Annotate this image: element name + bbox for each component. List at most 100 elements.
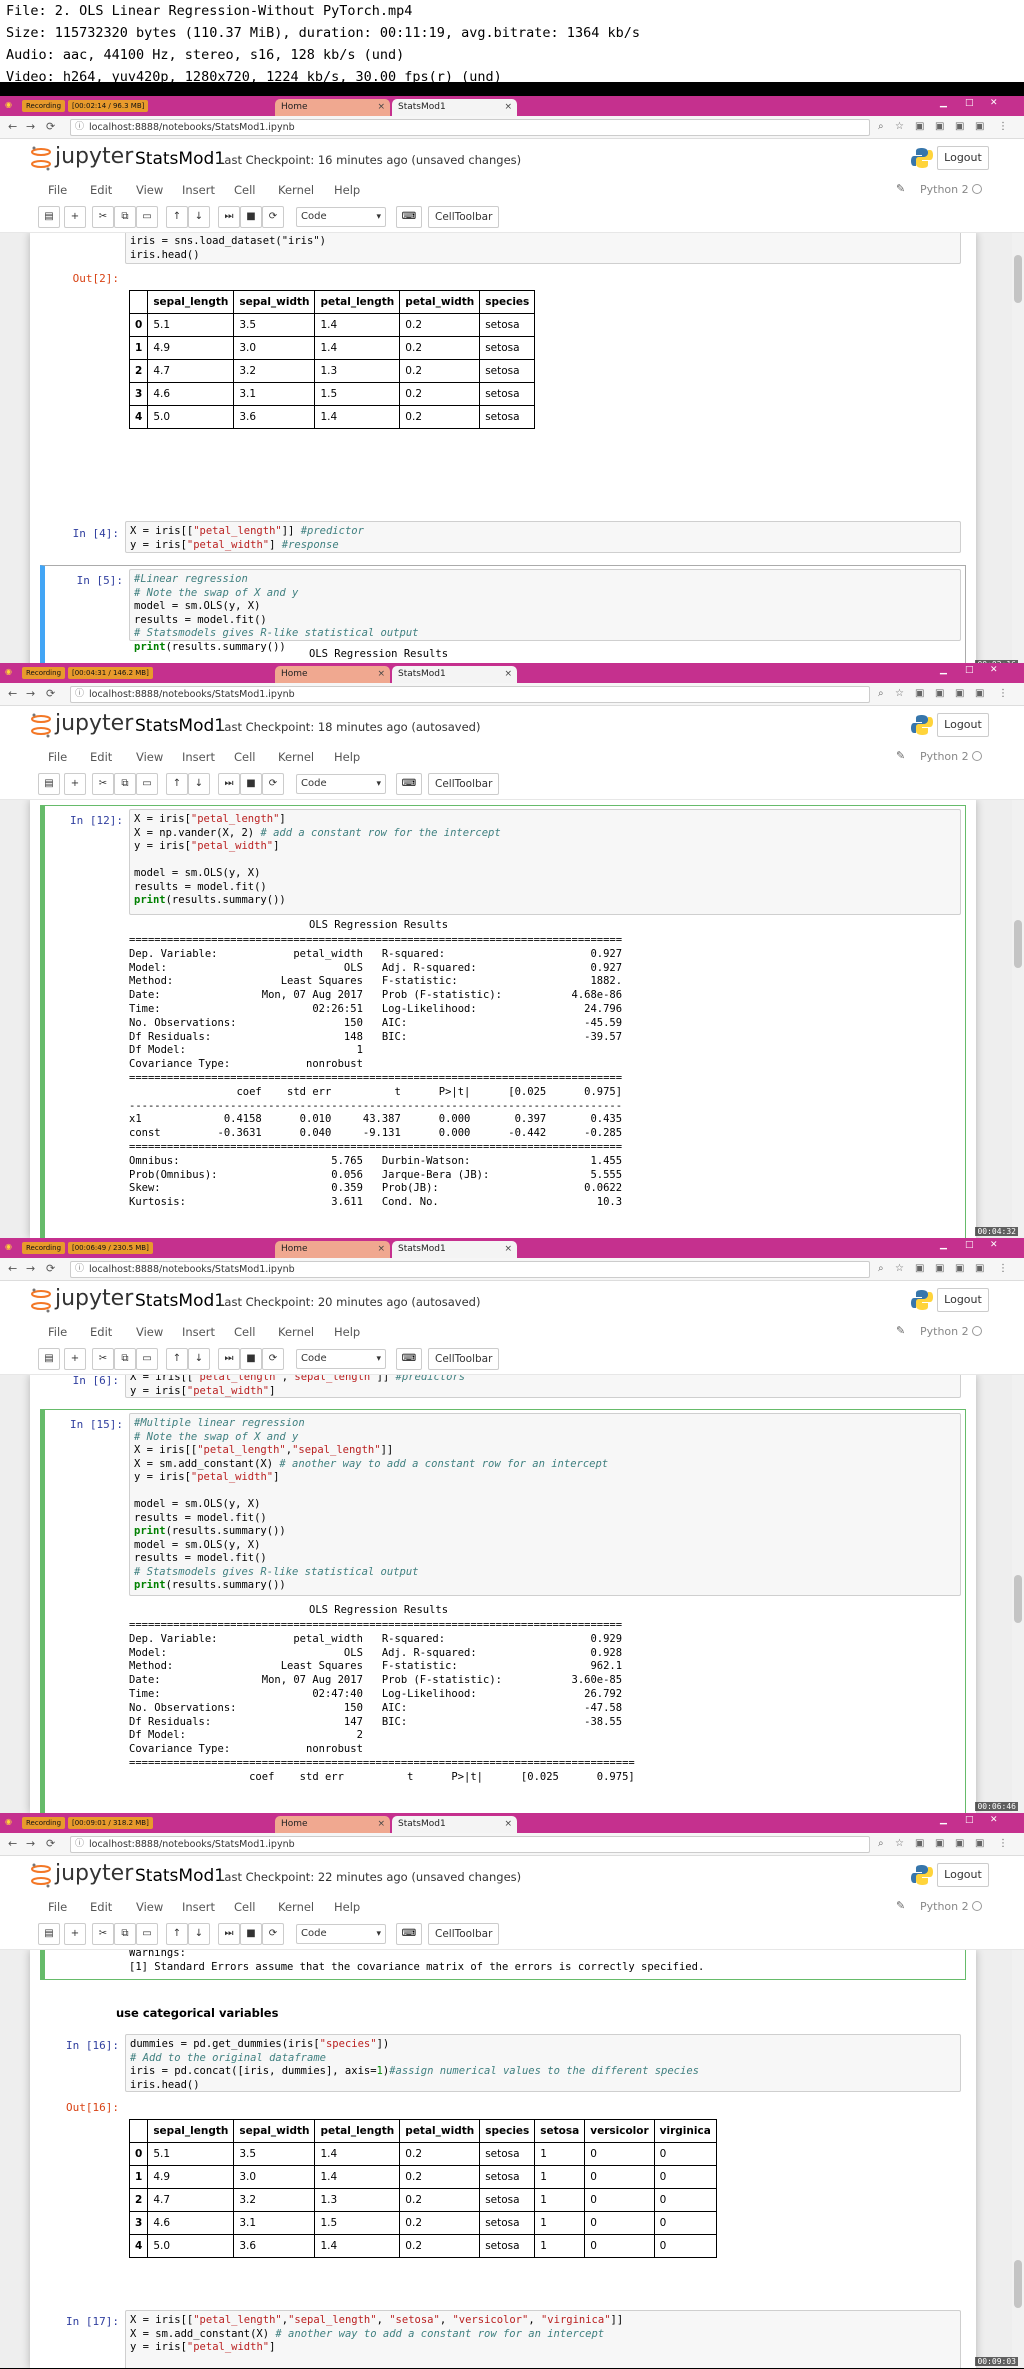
- bookmark-icon[interactable]: ☆: [895, 688, 904, 699]
- keyboard-icon[interactable]: ⌨: [396, 206, 422, 228]
- maximize-icon[interactable]: □: [965, 665, 974, 675]
- bookmark-icon[interactable]: ☆: [895, 121, 904, 132]
- tab-home[interactable]: Home ×: [275, 666, 390, 683]
- menu-cell[interactable]: Cell: [234, 183, 256, 197]
- maximize-icon[interactable]: □: [965, 1815, 974, 1825]
- code-cell[interactable]: In [16]: dummies = pd.get_dummies(iris["…: [40, 2030, 966, 2092]
- menu-file[interactable]: File: [48, 1325, 67, 1339]
- logout-button[interactable]: Logout: [937, 1863, 989, 1887]
- scrollbar-thumb[interactable]: [1014, 920, 1022, 968]
- cell-type-select[interactable]: Code ▾: [296, 1924, 386, 1944]
- menu-icon[interactable]: ⋮: [998, 121, 1008, 132]
- notebook-title[interactable]: StatsMod1: [135, 1291, 225, 1311]
- extension-icon[interactable]: ▣: [935, 1838, 944, 1849]
- menu-view[interactable]: View: [136, 1325, 163, 1339]
- move-up-icon[interactable]: ↑: [166, 773, 188, 795]
- paste-icon[interactable]: ▭: [136, 1923, 158, 1945]
- extension-icon[interactable]: ▣: [915, 1263, 924, 1274]
- menu-file[interactable]: File: [48, 1900, 67, 1914]
- move-down-icon[interactable]: ↓: [188, 1348, 210, 1370]
- save-icon[interactable]: ▤: [38, 1348, 60, 1370]
- menu-cell[interactable]: Cell: [234, 750, 256, 764]
- restart-icon[interactable]: ⟳: [262, 773, 284, 795]
- menu-kernel[interactable]: Kernel: [278, 183, 314, 197]
- cut-icon[interactable]: ✂: [92, 206, 114, 228]
- reload-icon[interactable]: ⟳: [46, 120, 55, 133]
- add-cell-icon[interactable]: +: [64, 1923, 86, 1945]
- menu-help[interactable]: Help: [334, 1325, 360, 1339]
- paste-icon[interactable]: ▭: [136, 206, 158, 228]
- code-cell[interactable]: In [6]: X = iris[["petal_length","sepal_…: [40, 1375, 966, 1401]
- extension-icon[interactable]: ▣: [975, 121, 984, 132]
- logout-button[interactable]: Logout: [937, 713, 989, 737]
- save-icon[interactable]: ▤: [38, 1923, 60, 1945]
- menu-view[interactable]: View: [136, 183, 163, 197]
- keyboard-icon[interactable]: ⌨: [396, 773, 422, 795]
- scrollbar[interactable]: [1012, 1375, 1024, 1813]
- code-input[interactable]: dummies = pd.get_dummies(iris["species"]…: [125, 2034, 961, 2092]
- minimize-icon[interactable]: ▁: [940, 1815, 947, 1825]
- run-icon[interactable]: ⏭: [218, 1348, 240, 1370]
- window-close-icon[interactable]: ✕: [990, 665, 998, 675]
- cell-type-select[interactable]: Code ▾: [296, 207, 386, 227]
- cut-icon[interactable]: ✂: [92, 1923, 114, 1945]
- add-cell-icon[interactable]: +: [64, 1348, 86, 1370]
- zoom-icon[interactable]: ⌕: [878, 688, 884, 699]
- run-icon[interactable]: ⏭: [218, 773, 240, 795]
- move-up-icon[interactable]: ↑: [166, 206, 188, 228]
- code-input[interactable]: X = iris[["petal_length","sepal_length"]…: [125, 1375, 961, 1398]
- logout-button[interactable]: Logout: [937, 1288, 989, 1312]
- forward-icon[interactable]: →: [26, 1837, 35, 1850]
- url-field[interactable]: ⓘ localhost:8888/notebooks/StatsMod1.ipyn…: [70, 1836, 870, 1853]
- extension-icon[interactable]: ▣: [955, 121, 964, 132]
- celltoolbar-button[interactable]: CellToolbar: [428, 1348, 500, 1370]
- copy-icon[interactable]: ⧉: [114, 773, 136, 795]
- menu-edit[interactable]: Edit: [90, 1325, 112, 1339]
- cell-type-select[interactable]: Code ▾: [296, 1349, 386, 1369]
- jupyter-logo-text[interactable]: jupyter: [55, 1861, 133, 1886]
- menu-icon[interactable]: ⋮: [998, 1263, 1008, 1274]
- close-icon[interactable]: ×: [377, 1241, 385, 1258]
- stop-icon[interactable]: ■: [240, 1923, 262, 1945]
- reload-icon[interactable]: ⟳: [46, 1262, 55, 1275]
- copy-icon[interactable]: ⧉: [114, 206, 136, 228]
- run-icon[interactable]: ⏭: [218, 206, 240, 228]
- extension-icon[interactable]: ▣: [915, 121, 924, 132]
- notebook-title[interactable]: StatsMod1: [135, 149, 225, 169]
- forward-icon[interactable]: →: [26, 120, 35, 133]
- window-close-icon[interactable]: ✕: [990, 1815, 998, 1825]
- add-cell-icon[interactable]: +: [64, 773, 86, 795]
- close-icon[interactable]: ×: [377, 1816, 385, 1833]
- back-icon[interactable]: ←: [8, 1837, 17, 1850]
- bookmark-icon[interactable]: ☆: [895, 1838, 904, 1849]
- maximize-icon[interactable]: □: [965, 1240, 974, 1250]
- paste-icon[interactable]: ▭: [136, 773, 158, 795]
- jupyter-logo-text[interactable]: jupyter: [55, 711, 133, 736]
- menu-kernel[interactable]: Kernel: [278, 1325, 314, 1339]
- scrollbar[interactable]: [1012, 233, 1024, 671]
- menu-insert[interactable]: Insert: [182, 1900, 215, 1914]
- menu-edit[interactable]: Edit: [90, 183, 112, 197]
- stop-icon[interactable]: ■: [240, 1348, 262, 1370]
- add-cell-icon[interactable]: +: [64, 206, 86, 228]
- url-field[interactable]: ⓘ localhost:8888/notebooks/StatsMod1.ipyn…: [70, 1261, 870, 1278]
- tab-notebook[interactable]: StatsMod1 ×: [392, 1816, 517, 1833]
- extension-icon[interactable]: ▣: [915, 688, 924, 699]
- forward-icon[interactable]: →: [26, 1262, 35, 1275]
- save-icon[interactable]: ▤: [38, 206, 60, 228]
- extension-icon[interactable]: ▣: [975, 1263, 984, 1274]
- cut-icon[interactable]: ✂: [92, 773, 114, 795]
- code-cell-editing[interactable]: Warnings: [1] Standard Errors assume that…: [40, 1950, 966, 1980]
- jupyter-logo-text[interactable]: jupyter: [55, 1286, 133, 1311]
- menu-edit[interactable]: Edit: [90, 1900, 112, 1914]
- menu-icon[interactable]: ⋮: [998, 688, 1008, 699]
- extension-icon[interactable]: ▣: [975, 688, 984, 699]
- menu-kernel[interactable]: Kernel: [278, 750, 314, 764]
- tab-home[interactable]: Home ×: [275, 1816, 390, 1833]
- reload-icon[interactable]: ⟳: [46, 687, 55, 700]
- cell-type-select[interactable]: Code ▾: [296, 774, 386, 794]
- minimize-icon[interactable]: ▁: [940, 1240, 947, 1250]
- extension-icon[interactable]: ▣: [955, 1838, 964, 1849]
- extension-icon[interactable]: ▣: [915, 1838, 924, 1849]
- code-input[interactable]: X = iris[["petal_length","sepal_length",…: [125, 2310, 961, 2368]
